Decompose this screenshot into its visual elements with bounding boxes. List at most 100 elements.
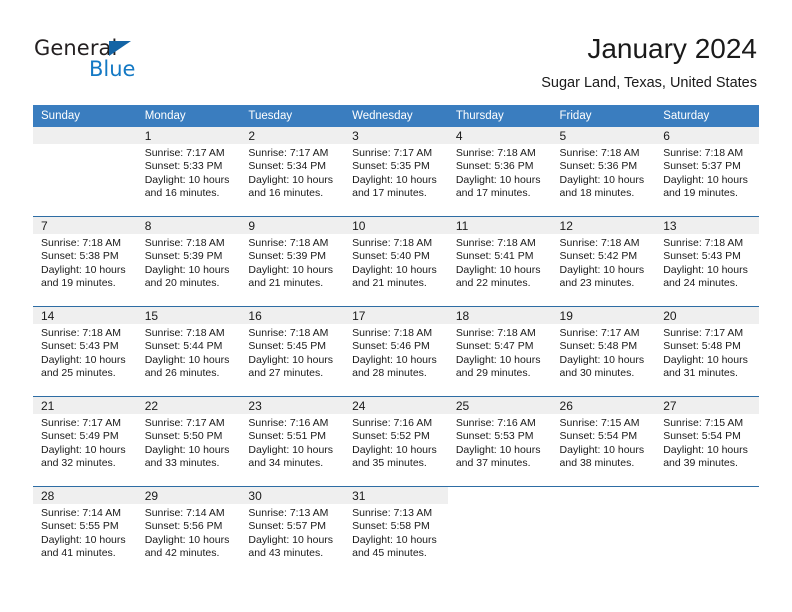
day-daylight1-text: Daylight: 10 hours bbox=[559, 173, 645, 186]
day-cell-5[interactable]: 5 Sunrise: 7:18 AM Sunset: 5:36 PM Daylight… bbox=[551, 127, 656, 216]
day-details: Sunrise: 7:15 AM Sunset: 5:54 PM Daylight:… bbox=[655, 414, 759, 471]
weekday-header-monday: Monday bbox=[136, 105, 241, 127]
calendar-cell: 13 Sunrise: 7:18 AM Sunset: 5:43 PM Dayligh… bbox=[655, 216, 759, 307]
day-cell-22[interactable]: 22 Sunrise: 7:17 AM Sunset: 5:50 PM Dayligh… bbox=[136, 397, 241, 486]
day-cell-31[interactable]: 31 Sunrise: 7:13 AM Sunset: 5:58 PM Dayligh… bbox=[344, 487, 448, 576]
calendar-cell: 19 Sunrise: 7:17 AM Sunset: 5:48 PM Dayligh… bbox=[551, 306, 656, 397]
day-number: 10 bbox=[344, 217, 448, 234]
day-cell-20[interactable]: 20 Sunrise: 7:17 AM Sunset: 5:48 PM Dayligh… bbox=[655, 307, 759, 396]
calendar-cell: 22 Sunrise: 7:17 AM Sunset: 5:50 PM Dayligh… bbox=[136, 396, 241, 487]
day-cell-9[interactable]: 9 Sunrise: 7:18 AM Sunset: 5:39 PM Daylight… bbox=[240, 217, 345, 306]
day-cell-24[interactable]: 24 Sunrise: 7:16 AM Sunset: 5:52 PM Dayligh… bbox=[344, 397, 448, 486]
day-daylight2-text: and 20 minutes. bbox=[144, 277, 220, 290]
day-cell-21[interactable]: 21 Sunrise: 7:17 AM Sunset: 5:49 PM Dayligh… bbox=[33, 397, 137, 486]
day-number: 8 bbox=[136, 217, 241, 234]
day-cell-1[interactable]: 1 Sunrise: 7:17 AM Sunset: 5:33 PM Daylight… bbox=[136, 127, 241, 216]
day-cell-16[interactable]: 16 Sunrise: 7:18 AM Sunset: 5:45 PM Dayligh… bbox=[240, 307, 345, 396]
day-number: 28 bbox=[33, 487, 137, 504]
day-cell-4[interactable]: 4 Sunrise: 7:18 AM Sunset: 5:36 PM Daylight… bbox=[447, 127, 552, 216]
calendar-cell: 16 Sunrise: 7:18 AM Sunset: 5:45 PM Dayligh… bbox=[240, 306, 345, 397]
day-details: Sunrise: 7:18 AM Sunset: 5:37 PM Daylight:… bbox=[655, 144, 759, 201]
day-details: Sunrise: 7:17 AM Sunset: 5:48 PM Daylight:… bbox=[552, 324, 656, 381]
day-sunrise-text: Sunrise: 7:17 AM bbox=[352, 147, 433, 159]
day-sunset-text: Sunset: 5:57 PM bbox=[248, 520, 327, 533]
day-daylight2-text: and 29 minutes. bbox=[455, 367, 531, 380]
day-sunset-text: Sunset: 5:49 PM bbox=[41, 430, 119, 443]
day-cell-7[interactable]: 7 Sunrise: 7:18 AM Sunset: 5:38 PM Daylight… bbox=[33, 217, 137, 306]
day-sunrise-text: Sunrise: 7:18 AM bbox=[559, 237, 640, 249]
day-details: Sunrise: 7:17 AM Sunset: 5:35 PM Daylight:… bbox=[344, 144, 448, 201]
day-sunset-text: Sunset: 5:54 PM bbox=[559, 430, 638, 443]
day-sunrise-text: Sunrise: 7:18 AM bbox=[455, 147, 536, 159]
day-daylight2-text: and 38 minutes. bbox=[559, 457, 635, 470]
day-cell-26[interactable]: 26 Sunrise: 7:15 AM Sunset: 5:54 PM Dayligh… bbox=[551, 397, 656, 486]
day-cell-11[interactable]: 11 Sunrise: 7:18 AM Sunset: 5:41 PM Dayligh… bbox=[447, 217, 552, 306]
day-sunset-text: Sunset: 5:48 PM bbox=[559, 340, 638, 353]
day-sunrise-text: Sunrise: 7:14 AM bbox=[144, 507, 225, 519]
day-cell-empty bbox=[552, 487, 656, 576]
day-daylight2-text: and 43 minutes. bbox=[248, 547, 324, 560]
calendar-cell: 1 Sunrise: 7:17 AM Sunset: 5:33 PM Daylight… bbox=[136, 127, 241, 217]
day-cell-8[interactable]: 8 Sunrise: 7:18 AM Sunset: 5:39 PM Daylight… bbox=[136, 217, 241, 306]
day-daylight2-text: and 41 minutes. bbox=[41, 547, 116, 560]
day-number: 17 bbox=[344, 307, 448, 324]
day-daylight1-text: Daylight: 10 hours bbox=[352, 443, 437, 456]
day-daylight2-text: and 21 minutes. bbox=[248, 277, 324, 290]
day-daylight1-text: Daylight: 10 hours bbox=[663, 263, 748, 276]
day-daylight1-text: Daylight: 10 hours bbox=[248, 533, 334, 546]
day-cell-27[interactable]: 27 Sunrise: 7:15 AM Sunset: 5:54 PM Dayligh… bbox=[655, 397, 759, 486]
day-sunset-text: Sunset: 5:37 PM bbox=[663, 160, 741, 173]
page-subtitle: Sugar Land, Texas, United States bbox=[541, 75, 757, 91]
day-cell-2[interactable]: 2 Sunrise: 7:17 AM Sunset: 5:34 PM Daylight… bbox=[240, 127, 345, 216]
calendar-cell: 26 Sunrise: 7:15 AM Sunset: 5:54 PM Dayligh… bbox=[551, 396, 656, 487]
day-cell-13[interactable]: 13 Sunrise: 7:18 AM Sunset: 5:43 PM Dayligh… bbox=[655, 217, 759, 306]
day-cell-3[interactable]: 3 Sunrise: 7:17 AM Sunset: 5:35 PM Daylight… bbox=[344, 127, 448, 216]
day-sunrise-text: Sunrise: 7:13 AM bbox=[248, 507, 329, 519]
day-details: Sunrise: 7:13 AM Sunset: 5:57 PM Daylight:… bbox=[240, 504, 344, 561]
calendar-cell: 14 Sunrise: 7:18 AM Sunset: 5:43 PM Dayligh… bbox=[33, 306, 137, 397]
day-cell-28[interactable]: 28 Sunrise: 7:14 AM Sunset: 5:55 PM Dayligh… bbox=[33, 487, 137, 576]
day-sunrise-text: Sunrise: 7:16 AM bbox=[455, 417, 536, 429]
calendar-cell: 18 Sunrise: 7:18 AM Sunset: 5:47 PM Dayligh… bbox=[447, 306, 552, 397]
day-cell-29[interactable]: 29 Sunrise: 7:14 AM Sunset: 5:56 PM Dayligh… bbox=[136, 487, 241, 576]
day-daylight2-text: and 32 minutes. bbox=[41, 457, 116, 470]
calendar-week-row: 21 Sunrise: 7:17 AM Sunset: 5:49 PM Dayligh… bbox=[33, 396, 759, 487]
calendar-cell: 2 Sunrise: 7:17 AM Sunset: 5:34 PM Daylight… bbox=[240, 127, 345, 217]
day-sunrise-text: Sunrise: 7:13 AM bbox=[352, 507, 433, 519]
day-sunset-text: Sunset: 5:47 PM bbox=[455, 340, 534, 353]
day-daylight1-text: Daylight: 10 hours bbox=[144, 263, 230, 276]
day-cell-25[interactable]: 25 Sunrise: 7:16 AM Sunset: 5:53 PM Dayligh… bbox=[447, 397, 552, 486]
weekday-header-saturday: Saturday bbox=[655, 105, 759, 127]
day-sunrise-text: Sunrise: 7:18 AM bbox=[41, 237, 121, 249]
day-sunrise-text: Sunrise: 7:16 AM bbox=[248, 417, 329, 429]
day-daylight2-text: and 42 minutes. bbox=[144, 547, 220, 560]
calendar-body: 1 Sunrise: 7:17 AM Sunset: 5:33 PM Daylight… bbox=[33, 127, 759, 576]
logo-text-blue: Blue bbox=[89, 57, 136, 81]
day-cell-14[interactable]: 14 Sunrise: 7:18 AM Sunset: 5:43 PM Dayligh… bbox=[33, 307, 137, 396]
day-daylight1-text: Daylight: 10 hours bbox=[352, 353, 437, 366]
day-number: 31 bbox=[344, 487, 448, 504]
day-number: 22 bbox=[136, 397, 241, 414]
day-details: Sunrise: 7:17 AM Sunset: 5:33 PM Daylight:… bbox=[137, 144, 241, 201]
day-number: 14 bbox=[33, 307, 137, 324]
day-cell-15[interactable]: 15 Sunrise: 7:18 AM Sunset: 5:44 PM Dayligh… bbox=[136, 307, 241, 396]
day-cell-6[interactable]: 6 Sunrise: 7:18 AM Sunset: 5:37 PM Daylight… bbox=[655, 127, 759, 216]
day-cell-17[interactable]: 17 Sunrise: 7:18 AM Sunset: 5:46 PM Dayligh… bbox=[344, 307, 448, 396]
generalblue-logo[interactable]: General Blue bbox=[34, 36, 174, 82]
day-cell-23[interactable]: 23 Sunrise: 7:16 AM Sunset: 5:51 PM Dayligh… bbox=[240, 397, 345, 486]
calendar-cell: 17 Sunrise: 7:18 AM Sunset: 5:46 PM Dayligh… bbox=[344, 306, 448, 397]
day-daylight1-text: Daylight: 10 hours bbox=[352, 263, 437, 276]
day-sunset-text: Sunset: 5:50 PM bbox=[144, 430, 223, 443]
day-daylight1-text: Daylight: 10 hours bbox=[248, 353, 334, 366]
calendar-cell: 3 Sunrise: 7:17 AM Sunset: 5:35 PM Daylight… bbox=[344, 127, 448, 217]
day-cell-19[interactable]: 19 Sunrise: 7:17 AM Sunset: 5:48 PM Dayligh… bbox=[551, 307, 656, 396]
day-cell-30[interactable]: 30 Sunrise: 7:13 AM Sunset: 5:57 PM Dayligh… bbox=[240, 487, 345, 576]
day-sunrise-text: Sunrise: 7:18 AM bbox=[663, 237, 744, 249]
day-sunset-text: Sunset: 5:41 PM bbox=[455, 250, 534, 263]
calendar-cell: 9 Sunrise: 7:18 AM Sunset: 5:39 PM Daylight… bbox=[240, 216, 345, 307]
day-cell-12[interactable]: 12 Sunrise: 7:18 AM Sunset: 5:42 PM Dayligh… bbox=[551, 217, 656, 306]
day-cell-10[interactable]: 10 Sunrise: 7:18 AM Sunset: 5:40 PM Dayligh… bbox=[344, 217, 448, 306]
day-details: Sunrise: 7:17 AM Sunset: 5:50 PM Daylight:… bbox=[137, 414, 241, 471]
day-cell-18[interactable]: 18 Sunrise: 7:18 AM Sunset: 5:47 PM Dayligh… bbox=[447, 307, 552, 396]
day-daylight2-text: and 25 minutes. bbox=[41, 367, 116, 380]
